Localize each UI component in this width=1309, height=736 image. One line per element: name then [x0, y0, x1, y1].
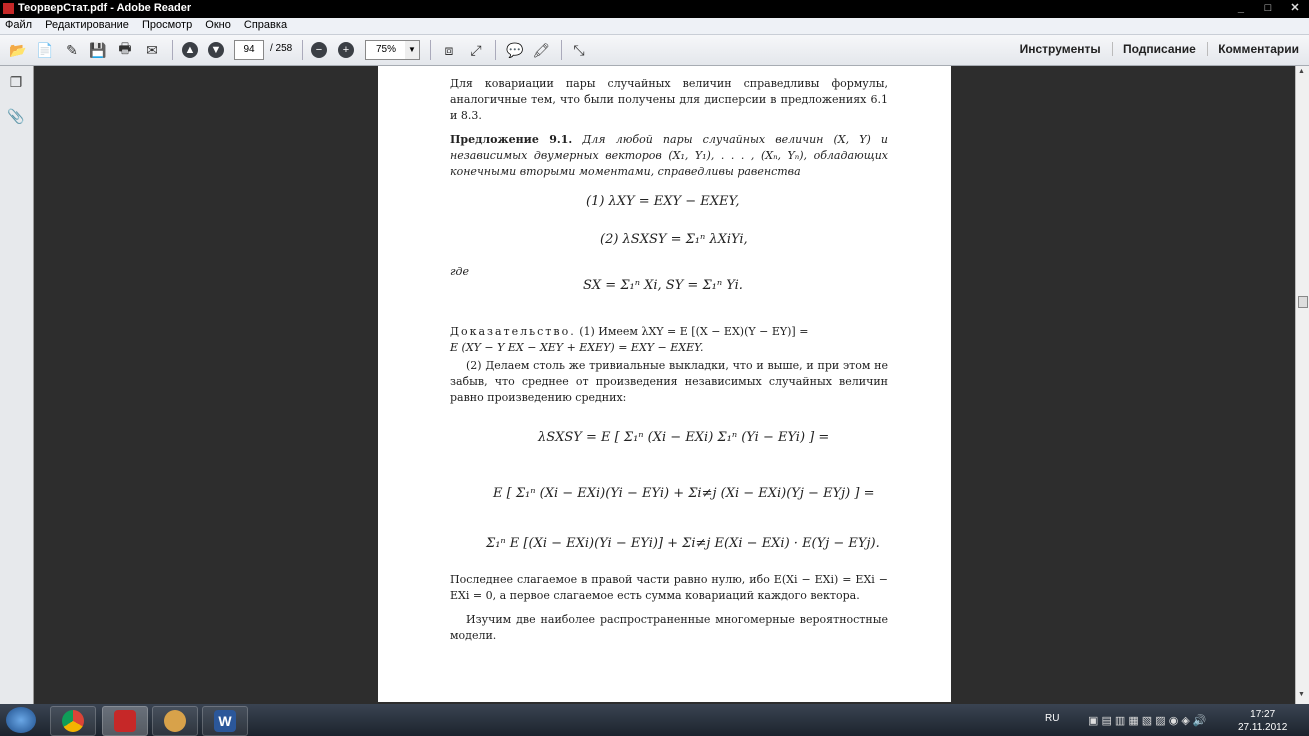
fullscreen-icon[interactable]: ⤡ — [569, 40, 589, 60]
comment-link[interactable]: Комментарии — [1207, 42, 1299, 56]
equation-1: (1) λXY = EXY − EXEY, — [586, 194, 740, 209]
comment-icon[interactable]: 💬 — [505, 40, 525, 60]
close-button[interactable]: ✕ — [1283, 1, 1307, 16]
menu-view[interactable]: Просмотр — [137, 18, 197, 32]
proof-line-2: E (XY − Y EX − XEY + EXEY) = EXY − EXEY. — [450, 341, 704, 354]
clock[interactable]: 17:27 27.11.2012 — [1238, 708, 1287, 734]
zoom-out-button[interactable]: − — [309, 40, 329, 60]
sign-link[interactable]: Подписание — [1112, 42, 1196, 56]
window-title: ТеорверСтат.pdf - Adobe Reader — [18, 2, 192, 14]
menu-window[interactable]: Окно — [200, 18, 236, 32]
page-number-input[interactable]: 94 — [234, 40, 264, 60]
proof-line-1: Доказательство. (1) Имеем λXY = E [(X − … — [450, 324, 888, 340]
vertical-scrollbar[interactable]: ▲ ▼ — [1295, 66, 1309, 704]
scroll-up-icon[interactable]: ▲ — [1298, 68, 1305, 75]
open-file-icon[interactable]: 📂 — [8, 40, 28, 60]
page-total: / 258 — [270, 43, 293, 54]
proposition-heading: Предложение 9.1. — [450, 133, 573, 146]
menu-file[interactable]: Файл — [0, 18, 37, 32]
tray-icons[interactable]: ▣ ▤ ▥ ▦ ▧ ▨ ◉ ◈ 🔊 — [1088, 714, 1207, 727]
pdf-page: Для ковариации пары случайных величин сп… — [378, 66, 951, 702]
scroll-down-icon[interactable]: ▼ — [1298, 691, 1305, 698]
zoom-in-button[interactable]: + — [336, 40, 356, 60]
proof-word: Доказательство. — [450, 325, 576, 338]
adobe-reader-taskbar-button[interactable] — [102, 706, 148, 736]
proof-line-1-text: (1) Имеем λXY = E [(X − EX)(Y − EY)] = — [579, 325, 809, 338]
create-pdf-icon[interactable]: 📄 — [35, 40, 55, 60]
edit-pdf-icon[interactable]: ✎ — [62, 40, 82, 60]
equation-6: Σ₁ⁿ E [(Xi − EXi)(Yi − EYi)] + Σi≠j E(Xi… — [486, 536, 880, 551]
next-page-button[interactable]: ▼ — [206, 40, 226, 60]
save-icon[interactable]: 💾 — [88, 40, 108, 60]
print-icon[interactable]: 🖶 — [115, 40, 135, 60]
tools-link[interactable]: Инструменты — [1010, 42, 1101, 56]
fit-width-icon[interactable]: ⤢ — [466, 40, 486, 60]
clock-date: 27.11.2012 — [1238, 722, 1288, 733]
equation-2: (2) λSXSY = Σ₁ⁿ λXiYi, — [600, 232, 748, 247]
zoom-dropdown-icon[interactable]: ▼ — [405, 40, 420, 60]
paint-icon — [164, 710, 186, 732]
maximize-button[interactable]: □ — [1256, 1, 1280, 16]
scroll-thumb[interactable] — [1298, 296, 1308, 308]
word-taskbar-button[interactable]: W — [202, 706, 248, 736]
intro-paragraph: Для ковариации пары случайных величин сп… — [450, 77, 888, 122]
menu-bar: Файл Редактирование Просмотр Окно Справк… — [0, 18, 1309, 35]
start-button[interactable] — [6, 707, 36, 733]
equation-5: E [ Σ₁ⁿ (Xi − EXi)(Yi − EYi) + Σi≠j (Xi … — [493, 486, 875, 501]
highlight-icon[interactable]: 🖍 — [531, 40, 551, 60]
attachments-icon[interactable]: 📎 — [7, 108, 25, 126]
paint-taskbar-button[interactable] — [152, 706, 198, 736]
paragraph-last-term: Последнее слагаемое в правой части равно… — [450, 573, 888, 602]
equation-3: SX = Σ₁ⁿ Xi, SY = Σ₁ⁿ Yi. — [583, 278, 743, 293]
chrome-taskbar-button[interactable] — [50, 706, 96, 736]
previous-page-button[interactable]: ▲ — [180, 40, 200, 60]
title-bar: ТеорверСтат.pdf - Adobe Reader _ □ ✕ — [0, 0, 1309, 18]
adobe-reader-icon — [114, 710, 136, 732]
clock-time: 17:27 — [1250, 709, 1276, 720]
equation-4: λSXSY = E [ Σ₁ⁿ (Xi − EXi) Σ₁ⁿ (Yi − EYi… — [538, 430, 830, 445]
language-indicator[interactable]: RU — [1045, 713, 1059, 724]
navigation-panel: ❐ 📎 — [0, 66, 34, 704]
taskbar: W RU ▣ ▤ ▥ ▦ ▧ ▨ ◉ ◈ 🔊 17:27 27.11.2012 — [0, 704, 1309, 736]
menu-edit[interactable]: Редактирование — [40, 18, 134, 32]
zoom-input[interactable]: 75% — [365, 40, 407, 60]
label-where: где — [450, 265, 470, 278]
email-icon[interactable]: ✉ — [142, 40, 162, 60]
fit-page-icon[interactable]: ⧈ — [439, 40, 459, 60]
chrome-icon — [62, 710, 84, 732]
minimize-button[interactable]: _ — [1229, 1, 1253, 16]
menu-help[interactable]: Справка — [239, 18, 292, 32]
page-thumbnails-icon[interactable]: ❐ — [7, 74, 25, 92]
word-icon: W — [214, 710, 236, 732]
proposition-paragraph: Предложение 9.1. Для любой пары случайны… — [450, 132, 888, 180]
proof-paragraph-2: (2) Делаем столь же тривиальные выкладки… — [450, 359, 888, 404]
paragraph-models: Изучим две наиболее распространенные мно… — [450, 613, 888, 642]
adobe-reader-icon — [3, 3, 14, 14]
